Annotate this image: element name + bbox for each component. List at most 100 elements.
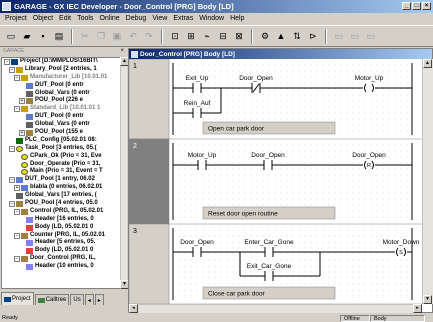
menu-view[interactable]: View <box>149 15 170 22</box>
zoom-icon[interactable]: ▭ <box>332 29 346 43</box>
tree-item[interactable]: − Control (PRG, IL, 05.02.01 <box>2 208 120 216</box>
ladder-canvas[interactable]: 1 Open car park door Exit_Up Door_Open Motor… <box>129 59 422 304</box>
collapse-icon[interactable]: − <box>9 200 15 207</box>
grid-dot <box>400 289 402 291</box>
collapse-icon[interactable]: − <box>14 256 20 263</box>
il-icon[interactable]: ⌁ <box>200 29 214 43</box>
tree-item[interactable]: Global_Vars [17 entries, ( <box>2 192 120 200</box>
tree-item[interactable]: Body (LD, 05.02.01 0 <box>2 224 120 232</box>
tree-item[interactable]: Body (LD, 05.02.01 0 <box>2 247 120 255</box>
tree-item[interactable]: + POU_Pool (155 e <box>2 129 120 137</box>
minimize-button[interactable]: _ <box>402 2 411 10</box>
grid-dot <box>244 94 246 96</box>
tab-scroll-right-icon[interactable]: ▸ <box>94 294 104 305</box>
collapse-icon[interactable]: − <box>14 106 20 113</box>
scroll-up-icon[interactable]: ▲ <box>423 59 432 68</box>
tree-item[interactable]: Main (Prio = 31, Event = T <box>2 168 120 176</box>
paste-icon[interactable]: ▣ <box>110 29 124 43</box>
online-icon[interactable]: ⊳ <box>306 29 320 43</box>
scroll-down-icon[interactable]: ▼ <box>423 295 432 304</box>
editor-vertical-scrollbar[interactable]: ▲ ▼ <box>422 59 433 304</box>
tree-item[interactable]: Header [5 entries, 05. <box>2 239 120 247</box>
menu-debug[interactable]: Debug <box>123 15 150 22</box>
grid-dot <box>310 144 312 146</box>
grid-dot <box>196 259 198 261</box>
tree-item[interactable]: PLC_Config [05.02.01 08: <box>2 137 120 145</box>
tree-item[interactable]: − Library_Pool [2 entries, 1 <box>2 66 120 74</box>
tab-scroll-left-icon[interactable]: ◂ <box>84 294 94 305</box>
monitor-icon[interactable]: ⚙ <box>258 29 272 43</box>
compile-icon[interactable]: ▲ <box>274 29 288 43</box>
menu-online[interactable]: Online <box>96 15 122 22</box>
tree-item[interactable]: − Task_Pool [3 entries, 05.( <box>2 145 120 153</box>
tree-item[interactable]: − Project [D:\MMPLUS\16BIT\ <box>2 58 120 66</box>
copy-icon[interactable]: ❐ <box>94 29 108 43</box>
status-object: Body <box>370 314 425 322</box>
tree-item[interactable]: Global_Vars (0 entr <box>2 121 120 129</box>
close-button[interactable]: × <box>422 2 431 10</box>
cut-icon[interactable]: ✂ <box>78 29 92 43</box>
tab-usedby[interactable]: Us <box>70 294 84 305</box>
grid-dot <box>262 144 264 146</box>
tree-item[interactable]: Header [16 entries, 0 <box>2 216 120 224</box>
grid-dot <box>388 144 390 146</box>
menu-window[interactable]: Window <box>196 15 227 22</box>
undo-icon[interactable]: ↶ <box>126 29 140 43</box>
scroll-right-icon[interactable]: ▸ <box>413 304 422 313</box>
tree-item[interactable]: Header (10 entries, 0 <box>2 263 120 271</box>
print-icon[interactable]: ▤ <box>52 29 66 43</box>
navigator-close-icon[interactable]: × <box>120 48 124 54</box>
collapse-icon[interactable]: − <box>4 58 10 65</box>
open-icon[interactable]: ▰ <box>20 29 34 43</box>
grid-dot <box>400 204 402 206</box>
tree-item[interactable]: − POU_Pool [4 entries, 05.0 <box>2 200 120 208</box>
save-icon[interactable]: ▪ <box>36 29 50 43</box>
window-icon[interactable]: ▭ <box>364 29 378 43</box>
collapse-icon[interactable]: − <box>14 74 20 81</box>
tree-item[interactable]: DUT_Pool (0 entr <box>2 113 120 121</box>
menu-help[interactable]: Help <box>227 15 247 22</box>
sfc-icon[interactable]: ⊟ <box>216 29 230 43</box>
tree-item[interactable]: − Standard_Lib [10.01.01 1 <box>2 105 120 113</box>
tree-item[interactable]: + blabla (0 entries, 06.02.01 <box>2 184 120 192</box>
tree-vertical-scrollbar[interactable]: ▲ ▼ <box>120 57 129 289</box>
collapse-icon[interactable]: − <box>9 177 15 184</box>
maximize-button[interactable]: □ <box>412 2 421 10</box>
tree-item[interactable]: + POU_Pool (226 e <box>2 97 120 105</box>
tree-item[interactable]: − Counter (PRG, IL, 05.02.01 <box>2 232 120 240</box>
tree-item[interactable]: − DUT_Pool [1 entry, 06.02 <box>2 176 120 184</box>
menu-edit[interactable]: Edit <box>56 15 74 22</box>
expand-icon[interactable]: + <box>19 98 25 105</box>
collapse-icon[interactable]: − <box>9 66 15 73</box>
expand-icon[interactable]: + <box>14 185 20 192</box>
grid-icon[interactable]: ▭ <box>348 29 362 43</box>
transfer-icon[interactable]: ⇅ <box>290 29 304 43</box>
grid-dot <box>292 150 294 152</box>
tree-item[interactable]: − Door_Control (PRG, IL, <box>2 255 120 263</box>
fbd-icon[interactable]: ⊞ <box>184 29 198 43</box>
tab-project[interactable]: Project <box>1 292 34 305</box>
expand-icon[interactable]: + <box>19 129 25 136</box>
tree-item[interactable]: DUT_Pool (0 entr <box>2 82 120 90</box>
collapse-icon[interactable]: − <box>14 208 20 215</box>
menu-tools[interactable]: Tools <box>74 15 96 22</box>
ld-icon[interactable]: ⊡ <box>168 29 182 43</box>
tree-item[interactable]: − Manufacturer_Lib [10.01.01 <box>2 74 120 82</box>
collapse-icon[interactable]: − <box>14 232 20 239</box>
tab-calltree[interactable]: Calltree <box>34 294 70 305</box>
grid-dot <box>376 265 378 267</box>
menu-object[interactable]: Object <box>30 15 56 22</box>
editor-horizontal-scrollbar[interactable]: ◂ ▸ <box>129 304 422 313</box>
tree-item[interactable]: Door_Operate (Prio = 31, <box>2 161 120 169</box>
redo-icon[interactable]: ↷ <box>142 29 156 43</box>
tree-item[interactable]: Global_Vars (0 entr <box>2 90 120 98</box>
menu-extras[interactable]: Extras <box>170 15 196 22</box>
tree-item[interactable]: CPark_Ok (Prio = 31, Eve <box>2 153 120 161</box>
menu-project[interactable]: Project <box>2 15 30 22</box>
scroll-left-icon[interactable]: ◂ <box>129 304 138 313</box>
new-icon[interactable]: ▭ <box>4 29 18 43</box>
grid-dot <box>352 198 354 200</box>
st-icon[interactable]: ⊠ <box>232 29 246 43</box>
collapse-icon[interactable]: − <box>9 145 15 152</box>
grid-dot <box>394 192 396 194</box>
